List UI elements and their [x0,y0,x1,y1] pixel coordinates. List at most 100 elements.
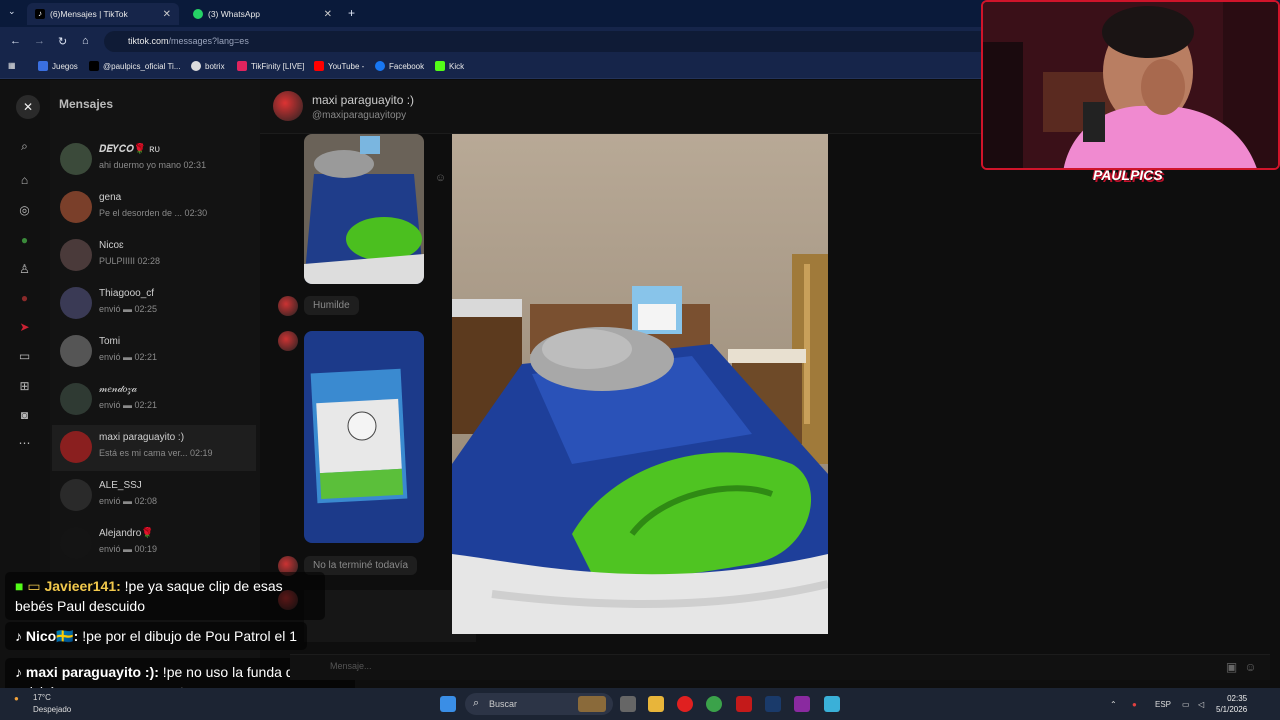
voicemod-icon[interactable] [736,696,752,712]
network-icon[interactable]: ▭ [1182,700,1190,709]
close-messages-button[interactable]: ✕ [16,95,40,119]
drawing-photo-image [304,331,424,543]
streamer-logo: PAULPICS [1093,167,1163,183]
conversation-item[interactable]: 𝓂𝑒𝓃𝒹𝑜𝓏𝒶 envió ▬ 02:21 [52,377,256,423]
conversation-preview: ahi duermo yo mano 02:31 [99,160,207,170]
conversation-preview: Está es mi cama ver... 02:19 [99,448,213,458]
avatar[interactable] [273,91,303,121]
conversation-name: Alejandro🌹 [99,528,154,539]
widget-icon[interactable] [578,696,606,712]
chat-name[interactable]: maxi paraguayito :) [312,93,414,107]
chrome-icon[interactable] [706,696,722,712]
messages-icon[interactable]: ▭ [17,349,32,364]
tikfinity-icon [237,61,247,71]
tab-label: (3) WhatsApp [208,9,260,19]
new-tab-icon[interactable]: + [348,6,355,20]
bookmark-juegos[interactable]: Juegos [38,61,78,71]
conversation-preview: envió ▬ 00:19 [99,544,158,554]
tab-search-icon[interactable]: ⌄ [8,6,16,17]
bookmark-youtube[interactable]: YouTube - [314,61,364,71]
close-icon[interactable]: ✕ [324,9,332,20]
conversation-item[interactable]: maxi paraguayito :) Está es mi cama ver..… [52,425,256,471]
volume-icon[interactable]: ◁ [1198,700,1204,709]
live-icon[interactable]: ● [17,291,32,306]
game-app-icon[interactable] [794,696,810,712]
drawing-photo-thumbnail[interactable] [304,331,424,543]
more-icon[interactable]: ⋯ [17,436,32,451]
back-icon[interactable]: ← [10,35,21,47]
microphone-icon[interactable]: ● [1132,700,1137,709]
profile-icon[interactable]: ◙ [17,408,32,423]
stream-chat-message: ♪ Nico🇸🇪: !pe por el dibujo de Pou Patro… [5,622,308,650]
streamer-webcam [983,2,1278,168]
image-upload-icon[interactable]: ▣ [1224,660,1239,675]
following-icon[interactable]: ● [17,233,32,248]
botrix-icon [191,61,201,71]
tab-label: (6)Mensajes | TikTok [50,9,128,19]
bed-photo-thumbnail[interactable] [304,134,424,284]
conversation-name: maxi paraguayito :) [99,432,185,443]
search-icon[interactable]: ⌕ [17,139,32,154]
notepad-icon[interactable] [824,696,840,712]
conversation-item[interactable]: 𝑫𝑬𝒀𝑪𝑶🌹 ʀᴜ ahi duermo yo mano 02:31 [52,137,256,183]
media-player-icon[interactable] [677,696,693,712]
file-explorer-icon[interactable] [648,696,664,712]
address-bar[interactable]: tiktok.com/messages?lang=es [104,31,1004,52]
whatsapp-icon [193,9,203,19]
reaction-icon[interactable]: ☺ [433,171,448,186]
conversation-name: Nicoɛ [99,240,124,251]
forward-icon[interactable]: → [34,35,45,47]
conversation-preview: envió ▬ 02:21 [99,352,158,362]
task-view-icon[interactable] [620,696,636,712]
emoji-icon[interactable]: ☺ [1243,660,1258,675]
conversation-item[interactable]: ALE_SSJ envió ▬ 02:08 [52,473,256,519]
close-icon[interactable]: ✕ [163,9,171,20]
conversation-item[interactable]: gena Pe el desorden de ... 02:30 [52,185,256,231]
home-icon[interactable]: ⌂ [17,173,32,188]
upload-icon[interactable]: ⊞ [17,379,32,394]
message-input[interactable]: Mensaje... [290,654,1270,680]
conversation-preview: PULPIIIII 02:28 [99,256,161,266]
apps-icon[interactable]: ▦ [8,61,16,70]
bookmark-botrix[interactable]: botrix [191,61,225,71]
reload-icon[interactable]: ↻ [58,35,67,48]
avatar [60,239,92,271]
conversation-name: Thiagooo_cf [99,288,155,299]
time: 02:35 [1227,694,1248,703]
kick-icon [435,61,445,71]
language-indicator[interactable]: ESP [1155,700,1171,709]
conversation-item[interactable]: Thiagooo_cf envió ▬ 02:25 [52,281,256,327]
avatar [60,143,92,175]
bookmark-facebook[interactable]: Facebook [375,61,424,71]
bookmark-tikfinity[interactable]: TikFinity [LIVE] [237,61,305,71]
youtube-icon [314,61,324,71]
conversation-item[interactable]: Alejandro🌹 envió ▬ 00:19 [52,521,256,567]
inbox-icon[interactable]: ➤ [17,320,32,335]
conversation-preview: envió ▬ 02:21 [99,400,158,410]
weather-icon: ● [14,694,19,703]
friends-icon[interactable]: ♙ [17,262,32,277]
bookmark-paulpics[interactable]: @paulpics_oficial Ti... [89,61,181,71]
avatar [60,287,92,319]
tiktok-icon: ♪ [35,9,45,19]
tray-overflow-icon[interactable]: ⌃ [1110,700,1117,709]
conversation-name: 𝑫𝑬𝒀𝑪𝑶🌹 ʀᴜ [99,144,161,155]
start-icon[interactable] [440,696,456,712]
conversation-item[interactable]: Nicoɛ PULPIIIII 02:28 [52,233,256,279]
tiktok-icon: ♪ [15,628,22,644]
conversation-name: gena [99,192,122,203]
image-viewer[interactable] [452,134,828,634]
weather-temp: 17°C [33,693,51,702]
avatar [278,331,298,351]
explore-icon[interactable]: ◎ [17,203,32,218]
home-icon[interactable]: ⌂ [82,35,89,47]
stream-chat-message: ■ ▭ Javieer141: !pe ya saque clip de esa… [5,572,325,620]
steam-icon[interactable] [765,696,781,712]
clock[interactable]: 02:35 5/1/2026 [1216,693,1247,715]
conversation-name: Tomi [99,336,121,347]
tab-whatsapp[interactable]: (3) WhatsApp ✕ [185,3,340,25]
bookmark-kick[interactable]: Kick [435,61,464,71]
inbox-title: Mensajes [59,97,114,111]
tab-tiktok[interactable]: ♪ (6)Mensajes | TikTok ✕ [27,3,179,25]
conversation-item[interactable]: Tomi envió ▬ 02:21 [52,329,256,375]
